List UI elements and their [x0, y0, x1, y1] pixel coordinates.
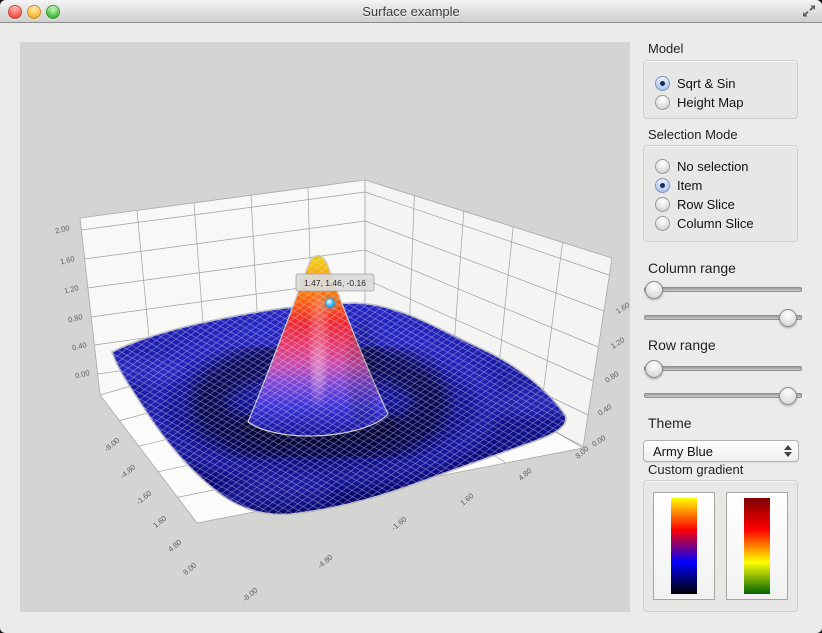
- radio-label: Row Slice: [677, 197, 735, 212]
- app-window: Surface example: [0, 0, 822, 633]
- radio-selected-icon: [655, 76, 670, 91]
- radio-item[interactable]: Item: [655, 177, 702, 193]
- custom-gradient-label: Custom gradient: [648, 462, 743, 477]
- slider-track[interactable]: [644, 366, 802, 371]
- slider-handle[interactable]: [779, 309, 797, 327]
- radio-sqrt-sin[interactable]: Sqrt & Sin: [655, 75, 736, 91]
- gradient-button-2[interactable]: [726, 492, 788, 600]
- slider-track[interactable]: [644, 287, 802, 292]
- plot-panel: 2.00 1.60 1.20 0.80 0.40 0.00 1.60 1.20 …: [20, 42, 630, 612]
- slider-handle[interactable]: [645, 360, 663, 378]
- radio-column-slice[interactable]: Column Slice: [655, 215, 754, 231]
- column-range-min-slider[interactable]: [644, 281, 802, 297]
- row-range-label: Row range: [648, 337, 716, 353]
- fullscreen-icon[interactable]: [801, 3, 817, 19]
- title-bar[interactable]: Surface example: [0, 0, 822, 23]
- radio-label: Column Slice: [677, 216, 754, 231]
- theme-label: Theme: [648, 415, 692, 431]
- slider-handle[interactable]: [779, 387, 797, 405]
- radio-label: Height Map: [677, 95, 743, 110]
- selection-dot: [326, 299, 335, 308]
- column-range-label: Column range: [648, 260, 736, 276]
- radio-icon: [655, 159, 670, 174]
- model-group: Sqrt & Sin Height Map: [643, 60, 798, 119]
- row-range-max-slider[interactable]: [644, 387, 802, 403]
- radio-label: Sqrt & Sin: [677, 76, 736, 91]
- theme-value: Army Blue: [653, 444, 713, 459]
- radio-height-map[interactable]: Height Map: [655, 94, 743, 110]
- radio-label: No selection: [677, 159, 749, 174]
- combo-stepper-icon: [784, 441, 792, 461]
- radio-icon: [655, 216, 670, 231]
- theme-combobox[interactable]: Army Blue: [643, 440, 799, 462]
- radio-selected-icon: [655, 178, 670, 193]
- selection-label-text: 1.47, 1.46, -0.16: [304, 278, 366, 288]
- selection-mode-label: Selection Mode: [648, 127, 738, 142]
- model-label: Model: [648, 41, 683, 56]
- row-range-min-slider[interactable]: [644, 360, 802, 376]
- gradient-swatch-heat: [671, 498, 697, 594]
- selection-mode-group: No selection Item Row Slice Column Slice: [643, 145, 798, 242]
- radio-row-slice[interactable]: Row Slice: [655, 196, 735, 212]
- radio-icon: [655, 95, 670, 110]
- window-title: Surface example: [0, 4, 822, 19]
- radio-label: Item: [677, 178, 702, 193]
- column-range-max-slider[interactable]: [644, 309, 802, 325]
- gradient-button-1[interactable]: [653, 492, 715, 600]
- radio-icon: [655, 197, 670, 212]
- radio-no-selection[interactable]: No selection: [655, 158, 749, 174]
- gradient-swatch-thermal: [744, 498, 770, 594]
- surface-plot-3d[interactable]: 2.00 1.60 1.20 0.80 0.40 0.00 1.60 1.20 …: [20, 42, 630, 612]
- slider-handle[interactable]: [645, 281, 663, 299]
